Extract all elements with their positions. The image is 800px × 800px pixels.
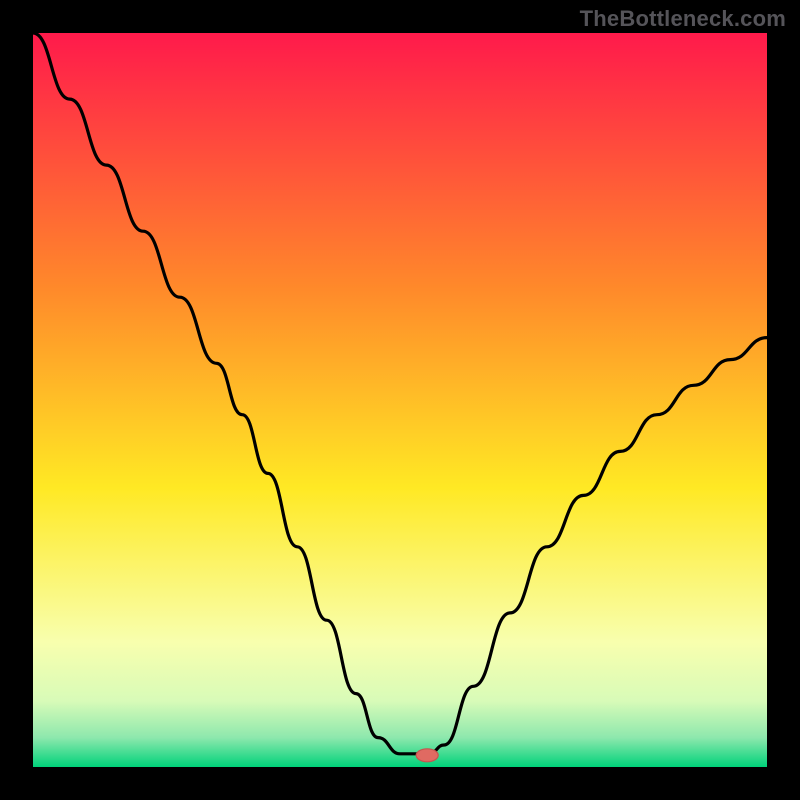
plot-background <box>33 33 767 767</box>
bottleneck-chart <box>0 0 800 800</box>
optimum-marker <box>416 749 438 762</box>
chart-frame: { "watermark": "TheBottleneck.com", "col… <box>0 0 800 800</box>
watermark-label: TheBottleneck.com <box>580 6 786 32</box>
